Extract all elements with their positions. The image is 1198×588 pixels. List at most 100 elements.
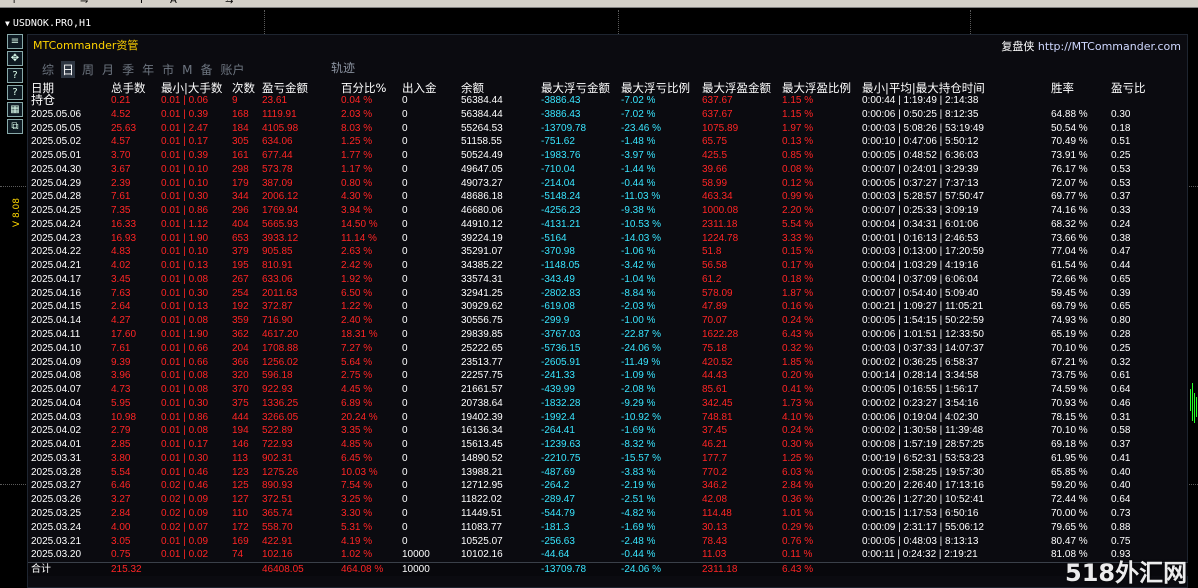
toolbar-arrow-icon[interactable]: ↑	[10, 0, 18, 6]
table-cell: 387.09	[262, 177, 293, 189]
table-row[interactable]: 2025.04.17 3.45 0.01 | 0.08 267 633.06 1.92 %…	[28, 273, 1188, 287]
toolbar-text-icon[interactable]: A	[170, 0, 177, 6]
table-cell: -8.84 %	[621, 287, 656, 299]
window-icon[interactable]: ⧉	[7, 119, 23, 134]
table-row[interactable]: 2025.04.03 10.98 0.01 | 0.86 444 3266.05 20.2…	[28, 411, 1188, 425]
grid-icon[interactable]: ▦	[7, 102, 23, 117]
table-cell: 0.01 | 0.10	[161, 246, 209, 258]
table-row[interactable]: 2025.03.26 3.27 0.02 | 0.09 127 372.51 3.25 %…	[28, 493, 1188, 507]
table-cell: -544.79	[541, 507, 575, 519]
table-cell: 0:00:05 | 0:48:03 | 8:13:13	[862, 535, 979, 547]
table-cell: 11.03	[702, 549, 727, 561]
table-row[interactable]: 2025.03.28 5.54 0.01 | 0.46 123 1275.26 10.03…	[28, 466, 1188, 480]
toolbar-f-icon[interactable]: F	[140, 0, 146, 6]
tab-9[interactable]: 账户	[219, 61, 245, 78]
table-cell: 0.01 | 0.30	[161, 191, 209, 203]
table-cell: 2025.03.20	[31, 549, 82, 561]
holding-row[interactable]: 持仓 0.21 0.01 | 0.06 9 23.61 0.04 % 0 56384.44 -3…	[28, 94, 1188, 108]
toolbar-arrows-icon[interactable]: ⇆	[225, 0, 233, 6]
table-row[interactable]: 2025.04.30 3.67 0.01 | 0.10 298 573.78 1.17 %…	[28, 163, 1188, 177]
table-cell: 2025.04.03	[31, 411, 82, 423]
table-row[interactable]: 2025.04.23 16.93 0.01 | 1.90 653 3933.12 11.1…	[28, 232, 1188, 246]
table-row[interactable]: 2025.03.31 3.80 0.01 | 0.30 113 902.31 6.45 %…	[28, 452, 1188, 466]
table-row[interactable]: 2025.04.24 16.33 0.01 | 1.12 404 5665.93 14.5…	[28, 218, 1188, 232]
table-cell: 16.33	[111, 218, 137, 230]
table-row[interactable]: 2025.04.25 7.35 0.01 | 0.86 296 1769.94 3.94 …	[28, 204, 1188, 218]
table-cell: 1.73 %	[782, 397, 814, 409]
table-cell: 23.61	[262, 95, 288, 106]
tab-6[interactable]: 市	[161, 61, 175, 78]
tab-2[interactable]: 周	[81, 61, 95, 78]
tab-3[interactable]: 月	[101, 61, 115, 78]
table-cell: 0.01 | 0.13	[161, 301, 209, 313]
table-row[interactable]: 2025.05.06 4.52 0.01 | 0.39 168 1119.91 2.03 …	[28, 108, 1188, 122]
tab-8[interactable]: 备	[199, 61, 213, 78]
help-icon[interactable]: ?	[7, 68, 23, 83]
table-cell: 77.04 %	[1051, 246, 1088, 258]
table-cell: 0	[402, 494, 408, 506]
table-cell: -2.51 %	[621, 494, 656, 506]
table-row[interactable]: 2025.03.21 3.05 0.01 | 0.09 169 422.91 4.19 %…	[28, 535, 1188, 549]
table-cell: -44.64	[541, 549, 570, 561]
table-cell: 0	[402, 218, 408, 230]
table-cell: 23513.77	[461, 356, 503, 368]
tab-1[interactable]: 日	[61, 61, 76, 78]
tab-7[interactable]: M	[181, 63, 193, 77]
table-cell: 0	[402, 108, 408, 120]
table-cell: 39.66	[702, 163, 728, 175]
total-row[interactable]: 合计 215.32 46408.05 464.08 % 10000 -13709.78 -2…	[28, 562, 1188, 576]
chart-dropdown-icon[interactable]: ▼	[5, 19, 10, 28]
table-cell: 0.64	[1111, 494, 1131, 506]
table-row[interactable]: 2025.05.01 3.70 0.01 | 0.39 161 677.44 1.77 %…	[28, 149, 1188, 163]
table-row[interactable]: 2025.04.15 2.64 0.01 | 0.13 192 372.87 1.22 %…	[28, 300, 1188, 314]
table-cell: -15.57 %	[621, 452, 662, 464]
table-row[interactable]: 2025.04.07 4.73 0.01 | 0.08 370 922.93 4.45 %…	[28, 383, 1188, 397]
tab-0[interactable]: 综	[41, 61, 55, 78]
toolbar-fibo-icon[interactable]: ⇋	[80, 0, 88, 6]
table-row[interactable]: 2025.03.25 2.84 0.02 | 0.09 110 365.74 3.30 %…	[28, 507, 1188, 521]
table-row[interactable]: 2025.04.02 2.79 0.01 | 0.08 194 522.89 3.35 %…	[28, 424, 1188, 438]
symbol-label: USDNOK.PRO,H1	[12, 18, 92, 29]
table-cell: 3.45	[111, 273, 131, 285]
menu-icon[interactable]: ≡	[7, 34, 23, 49]
table-cell: 1.02 %	[341, 549, 373, 561]
tab-5[interactable]: 年	[141, 61, 155, 78]
tab-4[interactable]: 季	[121, 61, 135, 78]
table-row[interactable]: 2025.04.01 2.85 0.01 | 0.17 146 722.93 4.85 %…	[28, 438, 1188, 452]
table-cell: 677.44	[262, 150, 293, 162]
table-row[interactable]: 2025.04.29 2.39 0.01 | 0.10 179 387.09 0.80 %…	[28, 177, 1188, 191]
table-cell: 2025.04.01	[31, 439, 82, 451]
table-row[interactable]: 2025.04.14 4.27 0.01 | 0.08 359 716.90 2.40 %…	[28, 314, 1188, 328]
table-cell: 0.01 | 0.86	[161, 411, 209, 423]
track-tab[interactable]: 轨迹	[331, 59, 355, 76]
table-row[interactable]: 2025.04.08 3.96 0.01 | 0.08 320 596.18 2.75 %…	[28, 369, 1188, 383]
table-row[interactable]: 2025.05.02 4.57 0.01 | 0.17 305 634.06 1.25 %…	[28, 135, 1188, 149]
table-row[interactable]: 2025.05.05 25.63 0.01 | 2.47 184 4105.98 8.03…	[28, 122, 1188, 136]
table-cell: 35291.07	[461, 246, 503, 258]
credit-url[interactable]: http://MTCommander.com	[1038, 40, 1181, 53]
table-cell: 0.01 | 0.46	[161, 466, 209, 478]
table-cell: 1.15 %	[782, 95, 814, 106]
table-cell: 48686.18	[461, 191, 503, 203]
table-row[interactable]: 2025.04.11 17.60 0.01 | 1.90 362 4617.20 18.3…	[28, 328, 1188, 342]
table-row[interactable]: 2025.04.04 5.95 0.01 | 0.30 375 1336.25 6.89 …	[28, 397, 1188, 411]
table-row[interactable]: 2025.03.20 0.75 0.01 | 0.02 74 102.16 1.02 % 1…	[28, 548, 1188, 562]
table-cell: 192	[232, 301, 249, 313]
table-row[interactable]: 2025.04.09 9.39 0.01 | 0.66 366 1256.02 5.64 …	[28, 356, 1188, 370]
table-row[interactable]: 2025.04.21 4.02 0.01 | 0.13 195 810.91 2.42 %…	[28, 259, 1188, 273]
table-row[interactable]: 2025.04.16 7.63 0.01 | 0.30 254 2011.63 6.50 …	[28, 287, 1188, 301]
table-row[interactable]: 2025.04.10 7.61 0.01 | 0.66 204 1708.88 7.27 …	[28, 342, 1188, 356]
help-icon[interactable]: ?	[7, 85, 23, 100]
table-cell: 25.63	[111, 122, 137, 134]
move-icon[interactable]: ✥	[7, 51, 23, 66]
table-cell: 0.01 | 0.08	[161, 370, 209, 382]
table-row[interactable]: 2025.03.24 4.00 0.02 | 0.07 172 558.70 5.31 %…	[28, 521, 1188, 535]
table-cell: 0:00:02 | 0:36:25 | 6:58:37	[862, 356, 979, 368]
table-row[interactable]: 2025.04.22 4.83 0.01 | 0.10 379 905.85 2.63 %…	[28, 245, 1188, 259]
table-row[interactable]: 2025.04.28 7.61 0.01 | 0.30 344 2006.12 4.30 …	[28, 190, 1188, 204]
table-cell: 114.48	[702, 507, 732, 519]
table-row[interactable]: 2025.03.27 6.46 0.02 | 0.46 125 890.93 7.54 %…	[28, 479, 1188, 493]
table-cell: 1.87 %	[782, 287, 814, 299]
table-cell: 463.34	[702, 191, 733, 203]
table-cell: 30.13	[702, 521, 728, 533]
